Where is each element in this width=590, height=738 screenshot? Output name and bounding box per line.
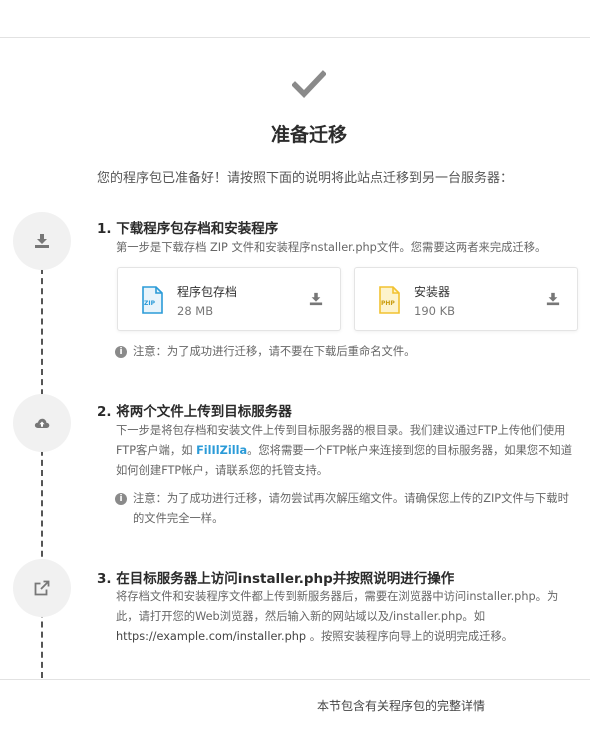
step-3-text-end: 。按照安装程序向导上的说明完成迁移。 — [306, 630, 514, 643]
download-installer-button[interactable] — [546, 292, 560, 306]
step-3-title: 3. 在目标服务器上访问installer.php并按照说明进行操作 — [97, 571, 455, 587]
download-archive-button[interactable] — [309, 292, 323, 306]
step-1-description: 第一步是下载存档 ZIP 文件和安装程序nstaller.php文件。您需要这两… — [116, 241, 547, 254]
step-3-text-start: 将存档文件和安装程序文件都上传到新服务器后，需要在浏览器中访问installer… — [116, 590, 559, 623]
file-size: 28 MB — [177, 304, 214, 318]
footer-details-link[interactable]: 本节包含有关程序包的完整详情 — [0, 697, 590, 714]
file-name: 程序包存档 — [177, 285, 238, 299]
step-1-note: i 注意：为了成功进行迁移，请不要在下载后重命名文件。 — [115, 342, 575, 362]
step-2-title: 2. 将两个文件上传到目标服务器 — [97, 404, 292, 420]
php-file-label: PHP — [381, 300, 395, 307]
file-size: 190 KB — [414, 304, 456, 318]
cloud-upload-icon — [34, 418, 50, 428]
installer-url: https://example.com/installer.php — [116, 630, 307, 643]
step-1-circle — [13, 212, 71, 270]
step-3-description: 将存档文件和安装程序文件都上传到新服务器后，需要在浏览器中访问installer… — [116, 587, 576, 647]
download-icon — [35, 234, 49, 248]
page-title: 准备迁移 — [270, 124, 347, 146]
step-3-circle — [13, 559, 71, 617]
zip-file-label: ZIP — [144, 300, 155, 307]
top-divider — [0, 37, 590, 38]
external-link-icon — [34, 580, 50, 596]
step-2-description: 下一步是将包存档和安装文件上传到目标服务器的根目录。我们建议通过FTP上传他们使… — [116, 421, 576, 481]
note-text: 注意：为了成功进行迁移，请不要在下载后重命名文件。 — [133, 345, 416, 358]
file-name: 安装器 — [414, 285, 451, 299]
intro-text: 您的程序包已准备好！请按照下面的说明将此站点迁移到另一台服务器： — [97, 171, 514, 186]
file-card-installer: PHP 安装器 190 KB — [354, 267, 578, 331]
step-2-circle — [13, 394, 71, 452]
note-text: 注意：为了成功进行迁移，请勿尝试再次解压缩文件。请确保您上传的ZIP文件与下载时… — [133, 492, 569, 525]
step-1-title: 1. 下载程序包存档和安装程序 — [97, 221, 279, 237]
checkmark-icon — [292, 70, 326, 98]
step-2-note: i 注意：为了成功进行迁移，请勿尝试再次解压缩文件。请确保您上传的ZIP文件与下… — [115, 489, 575, 529]
file-card-archive: ZIP 程序包存档 28 MB — [117, 267, 341, 331]
info-icon: i — [115, 346, 127, 358]
filezilla-link[interactable]: FilIlZilla — [196, 444, 247, 457]
bottom-divider — [0, 679, 590, 680]
info-icon: i — [115, 493, 127, 505]
